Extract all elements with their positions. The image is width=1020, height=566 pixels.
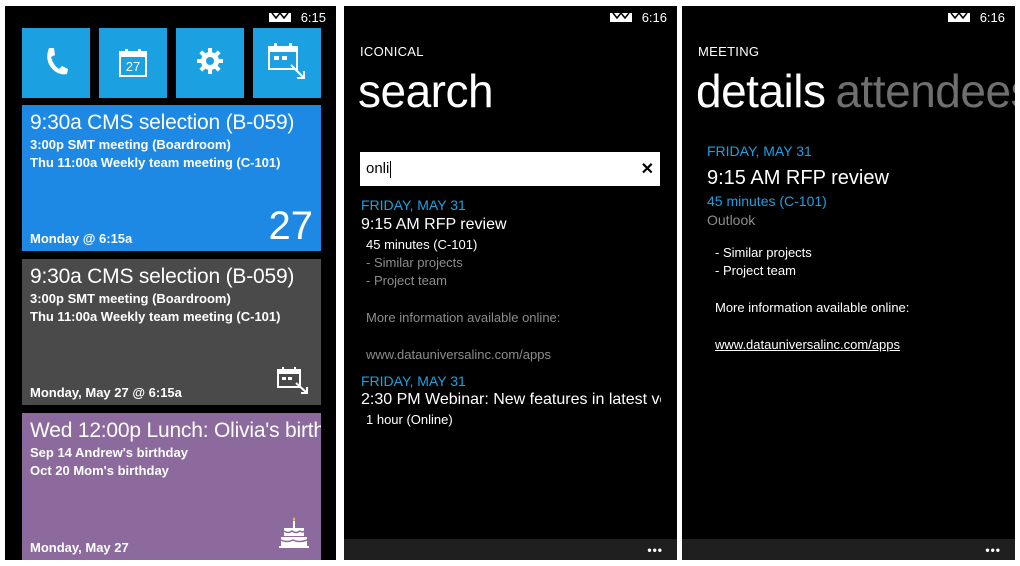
calendar-arrow-icon bbox=[277, 366, 309, 399]
clock: 6:15 bbox=[300, 9, 326, 25]
signal-icon bbox=[268, 11, 291, 23]
tile-line-2: 3:00p SMT meeting (Boardroom) bbox=[30, 137, 231, 152]
pivot-tab-details[interactable]: details bbox=[696, 65, 826, 117]
app-bar: ••• bbox=[682, 539, 1015, 560]
pivot-tab-attendees[interactable]: attendees bbox=[835, 65, 1015, 117]
tile-footer: Monday @ 6:15a bbox=[30, 231, 133, 246]
calendar-arrow-icon bbox=[267, 41, 307, 86]
search-input[interactable]: onli ✕ bbox=[360, 152, 660, 186]
result-date: FRIDAY, MAY 31 bbox=[361, 373, 466, 389]
tile-footer: Monday, May 27 bbox=[30, 540, 129, 555]
tile-line-2: 3:00p SMT meeting (Boardroom) bbox=[30, 291, 231, 306]
pin-calendar-button[interactable] bbox=[253, 28, 321, 98]
status-bar: 6:15 bbox=[268, 6, 326, 28]
clear-search-icon[interactable]: ✕ bbox=[641, 159, 654, 179]
result-detail: 45 minutes (C-101) bbox=[366, 237, 478, 252]
text-caret bbox=[390, 160, 392, 178]
tile-line-3: Thu 11:00a Weekly team meeting (C-101) bbox=[30, 155, 281, 170]
result-note: - Similar projects bbox=[366, 255, 463, 270]
result-more-info: More information available online: bbox=[366, 310, 561, 325]
signal-icon bbox=[609, 11, 632, 23]
pivot-header: details attendees bbox=[696, 64, 1015, 118]
search-input-value: onli bbox=[366, 160, 390, 178]
gear-icon bbox=[195, 46, 225, 81]
settings-button[interactable] bbox=[176, 28, 244, 98]
tile-line-2: Sep 14 Andrew's birthday bbox=[30, 445, 188, 460]
app-title: ICONICAL bbox=[360, 44, 424, 59]
tile-line-1: Wed 12:00p Lunch: Olivia's birthday bbox=[30, 419, 321, 442]
page-title: search bbox=[358, 65, 494, 117]
more-menu-button[interactable]: ••• bbox=[985, 543, 1001, 557]
tile-line-1: 9:30a CMS selection (B-059) bbox=[30, 111, 295, 134]
tile-line-1: 9:30a CMS selection (B-059) bbox=[30, 265, 295, 288]
app-title: MEETING bbox=[698, 44, 760, 59]
meeting-url-link[interactable]: www.datauniversalinc.com/apps bbox=[715, 337, 900, 352]
agenda-live-tile-gray[interactable]: 9:30a CMS selection (B-059) 3:00p SMT me… bbox=[22, 259, 321, 405]
signal-icon bbox=[947, 11, 970, 23]
app-bar: ••• bbox=[344, 539, 677, 560]
result-date: FRIDAY, MAY 31 bbox=[361, 197, 466, 213]
tile-day-number: 27 bbox=[268, 204, 314, 248]
status-bar: 6:16 bbox=[609, 6, 667, 28]
calendar-button[interactable]: 27 bbox=[99, 28, 167, 98]
status-bar: 6:16 bbox=[947, 6, 1005, 28]
clock: 6:16 bbox=[641, 9, 667, 25]
search-screen-panel: 6:16 ICONICAL search onli ✕ FRIDAY, MAY … bbox=[344, 6, 677, 560]
meeting-more-info: More information available online: bbox=[715, 300, 910, 315]
phone-icon bbox=[43, 46, 69, 81]
tile-line-3: Oct 20 Mom's birthday bbox=[30, 463, 169, 478]
meeting-details-panel: 6:16 MEETING details attendees FRIDAY, MA… bbox=[682, 6, 1015, 560]
calendar-icon: 27 bbox=[118, 48, 148, 78]
meeting-note: - Similar projects bbox=[715, 245, 812, 260]
birthday-live-tile[interactable]: Wed 12:00p Lunch: Olivia's birthday Sep … bbox=[22, 413, 321, 560]
result-url: www.datauniversalinc.com/apps bbox=[366, 347, 551, 362]
meeting-duration-location: 45 minutes (C-101) bbox=[707, 193, 827, 209]
meeting-note: - Project team bbox=[715, 263, 796, 278]
clock: 6:16 bbox=[979, 9, 1005, 25]
phone-button[interactable] bbox=[22, 28, 90, 98]
more-menu-button[interactable]: ••• bbox=[647, 543, 663, 557]
result-title: 9:15 AM RFP review bbox=[361, 216, 507, 233]
result-title: 2:30 PM Webinar: New features in latest … bbox=[361, 391, 661, 408]
tile-line-3: Thu 11:00a Weekly team meeting (C-101) bbox=[30, 309, 281, 324]
start-screen-panel: 6:15 27 9:30a CMS selection (B-059) 3:00… bbox=[5, 6, 336, 560]
tile-footer: Monday, May 27 @ 6:15a bbox=[30, 385, 182, 400]
meeting-calendar-source: Outlook bbox=[707, 212, 756, 228]
result-detail: 1 hour (Online) bbox=[366, 412, 453, 427]
agenda-live-tile-large[interactable]: 9:30a CMS selection (B-059) 3:00p SMT me… bbox=[22, 105, 321, 251]
birthday-cake-icon bbox=[279, 517, 309, 554]
result-note: - Project team bbox=[366, 273, 447, 288]
calendar-day-label: 27 bbox=[125, 59, 141, 74]
meeting-title: 9:15 AM RFP review bbox=[707, 167, 889, 189]
meeting-date: FRIDAY, MAY 31 bbox=[707, 143, 812, 159]
